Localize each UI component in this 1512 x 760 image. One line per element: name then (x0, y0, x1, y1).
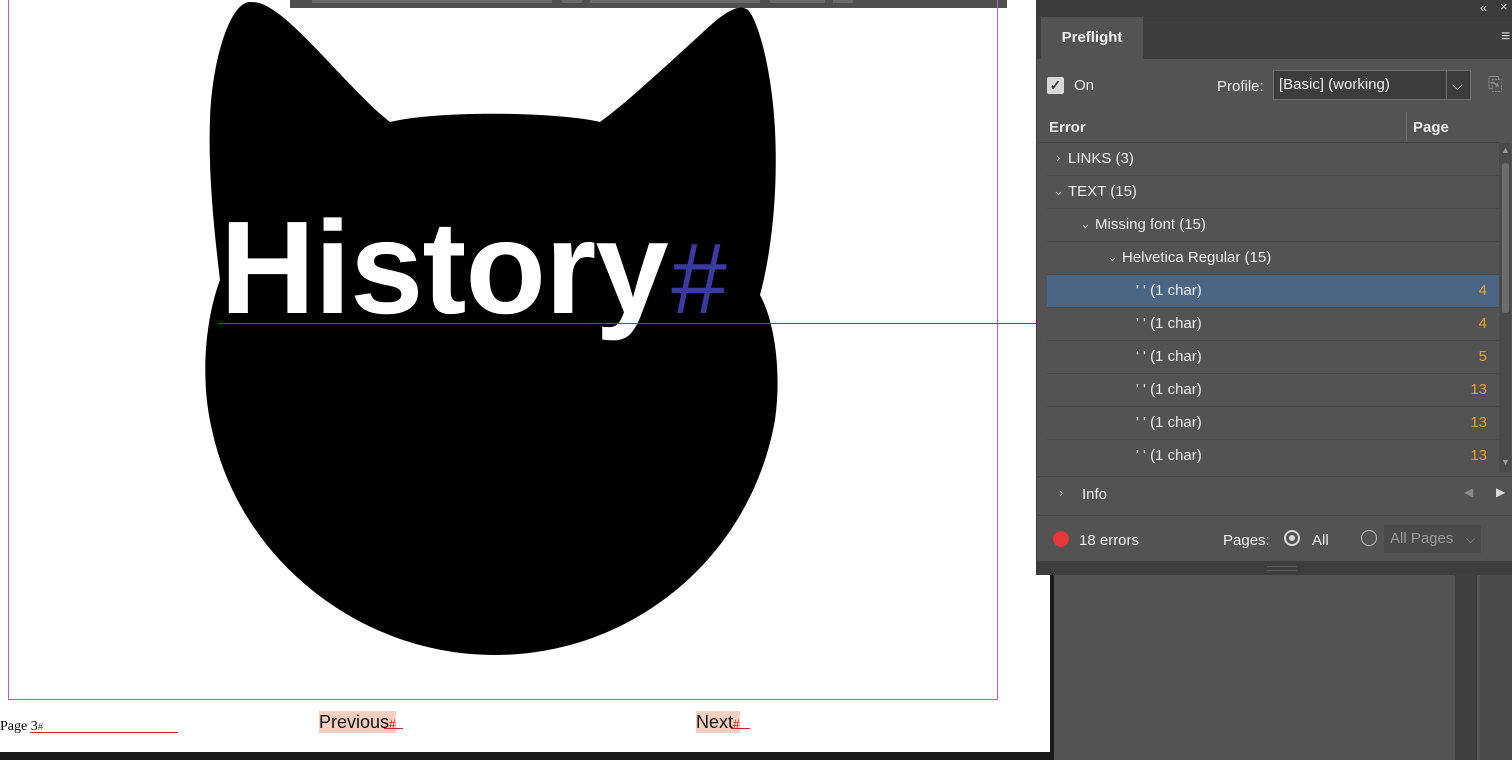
scroll-down-icon[interactable]: ▼ (1501, 457, 1510, 467)
tab-preflight[interactable]: Preflight (1041, 17, 1143, 59)
row-page[interactable]: 13 (1470, 447, 1487, 464)
pages-range-radio[interactable] (1361, 530, 1377, 546)
error-count: 18 errors (1079, 532, 1140, 549)
error-group-links[interactable]: › LINKS (3) (1047, 143, 1499, 176)
headline-text[interactable]: History# (220, 202, 726, 335)
row-label: LINKS (3) (1068, 150, 1134, 167)
row-label: ' ' (1 char) (1136, 447, 1202, 464)
column-header-error[interactable]: Error (1049, 119, 1086, 136)
on-label: On (1074, 77, 1095, 94)
chevron-down-icon: ⌵ (1452, 77, 1463, 93)
define-profiles-icon[interactable]: ⎘ (1488, 74, 1502, 95)
headline-marker: # (669, 223, 726, 335)
row-label: TEXT (15) (1068, 183, 1137, 200)
error-table-header: Error Page (1037, 112, 1499, 142)
text-baseline-guide (384, 728, 403, 729)
column-separator[interactable] (1406, 112, 1407, 142)
chevron-down-icon[interactable]: ⌵ (1466, 525, 1475, 553)
info-section[interactable]: › Info ◀ ▶ (1037, 476, 1512, 511)
text-baseline-guide (731, 728, 750, 729)
error-item[interactable]: ' ' (1 char) 4 (1047, 275, 1499, 308)
row-page[interactable]: 4 (1479, 315, 1487, 332)
pages-range-field[interactable]: All Pages ⌵ (1384, 525, 1481, 553)
profile-dropdown[interactable]: [Basic] (working) ⌵ (1273, 70, 1471, 100)
row-page[interactable]: 13 (1470, 381, 1487, 398)
cat-head-graphic[interactable] (0, 0, 1050, 752)
error-status-icon (1053, 531, 1069, 547)
row-label: ' ' (1 char) (1136, 348, 1202, 365)
error-list: › LINKS (3) ⌄ TEXT (15) ⌄ Missing font (… (1047, 143, 1499, 472)
chevron-down-icon[interactable]: ⌄ (1080, 216, 1091, 232)
column-header-page[interactable]: Page (1413, 119, 1449, 136)
panel-tabbar: Preflight ≡ (1037, 17, 1512, 59)
pages-all-radio[interactable] (1284, 530, 1300, 546)
pages-label: Pages: (1223, 532, 1270, 549)
pages-all-label: All (1312, 532, 1329, 549)
info-label: Info (1082, 486, 1108, 503)
preflight-panel: « × Preflight ≡ ✓ On Profile: [Basic] (w… (1036, 0, 1512, 575)
error-item[interactable]: ' ' (1 char) 13 (1047, 407, 1499, 440)
text-baseline-guide (30, 732, 178, 733)
panel-header-strip: « × (1037, 0, 1512, 17)
error-subgroup-helvetica[interactable]: ⌄ Helvetica Regular (15) (1047, 242, 1499, 275)
text-baseline-guide (218, 323, 1044, 324)
panel-menu-icon[interactable]: ≡ (1501, 28, 1510, 46)
error-item[interactable]: ' ' (1 char) 4 (1047, 308, 1499, 341)
profile-value: [Basic] (working) (1279, 76, 1390, 93)
next-button[interactable]: Next# (696, 711, 740, 733)
chevron-right-icon[interactable]: › (1056, 150, 1060, 165)
previous-button[interactable]: Previous# (319, 711, 396, 733)
scrollbar-thumb[interactable] (1502, 163, 1509, 313)
previous-error-icon[interactable]: ◀ (1464, 485, 1473, 499)
scroll-up-icon[interactable]: ▲ (1501, 145, 1510, 155)
panel-resize-bar[interactable] (1037, 561, 1512, 575)
on-checkbox[interactable]: ✓ (1047, 77, 1064, 94)
collapse-panel-icon[interactable]: « (1480, 0, 1487, 15)
workspace-dock (1480, 575, 1512, 760)
next-label: Next (696, 712, 734, 732)
error-subgroup-missing-font[interactable]: ⌄ Missing font (15) (1047, 209, 1499, 242)
chevron-down-icon[interactable]: ⌄ (1053, 183, 1064, 199)
row-label: Helvetica Regular (15) (1122, 249, 1272, 266)
resize-grip-icon[interactable] (1267, 566, 1297, 571)
workspace-dock (1455, 575, 1477, 760)
profile-label: Profile: (1217, 78, 1264, 95)
row-label: ' ' (1 char) (1136, 381, 1202, 398)
error-item[interactable]: ' ' (1 char) 5 (1047, 341, 1499, 374)
row-page[interactable]: 4 (1479, 282, 1487, 299)
error-item[interactable]: ' ' (1 char) 13 (1047, 374, 1499, 407)
chevron-down-icon[interactable]: ⌄ (1107, 249, 1118, 265)
close-icon[interactable]: × (1500, 0, 1508, 14)
row-label: ' ' (1 char) (1136, 315, 1202, 332)
row-page[interactable]: 13 (1470, 414, 1487, 431)
pages-range-value: All Pages (1390, 530, 1454, 547)
row-label: ' ' (1 char) (1136, 414, 1202, 431)
error-list-scrollbar[interactable]: ▲ ▼ (1499, 143, 1511, 472)
error-item[interactable]: ' ' (1 char) 13 (1047, 440, 1499, 472)
row-label: ' ' (1 char) (1136, 282, 1202, 299)
row-page[interactable]: 5 (1479, 348, 1487, 365)
headline-word: History (220, 194, 669, 341)
next-error-icon[interactable]: ▶ (1496, 485, 1505, 499)
row-label: Missing font (15) (1095, 216, 1206, 233)
page-shadow (0, 752, 1054, 760)
dropdown-divider (1446, 71, 1447, 99)
chevron-right-icon[interactable]: › (1059, 485, 1063, 500)
panel-footer: 18 errors Pages: All All Pages ⌵ (1037, 515, 1512, 562)
error-group-text[interactable]: ⌄ TEXT (15) (1047, 176, 1499, 209)
previous-label: Previous (319, 712, 390, 732)
